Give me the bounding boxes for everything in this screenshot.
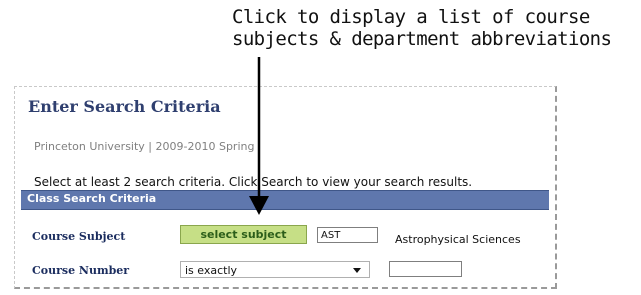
arrow-icon <box>249 57 269 215</box>
